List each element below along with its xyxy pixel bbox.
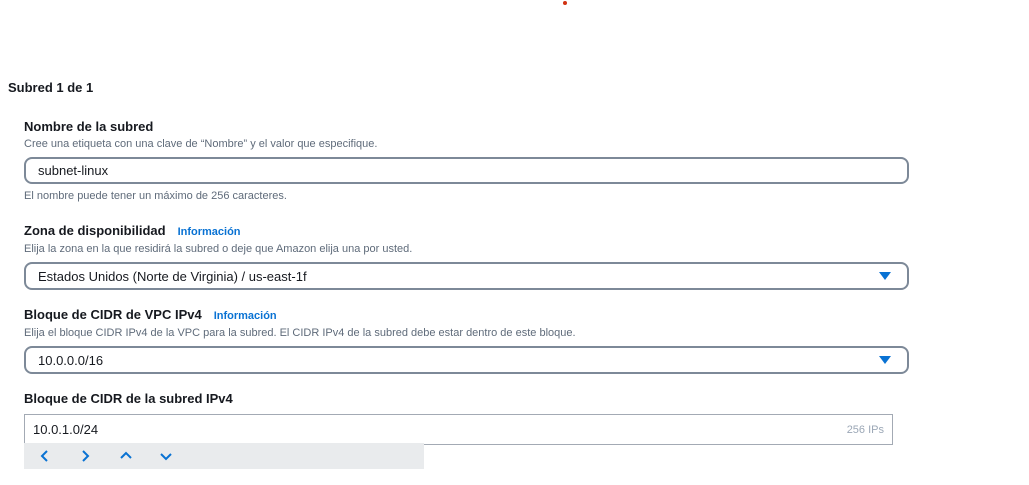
subnet-name-field: Nombre de la subred Cree una etiqueta co…	[24, 118, 909, 203]
availability-zone-label-text: Zona de disponibilidad	[24, 223, 166, 238]
vpc-cidr-field: Bloque de CIDR de VPC IPv4 Información E…	[24, 306, 909, 374]
subnet-name-label-text: Nombre de la subred	[24, 119, 154, 134]
availability-zone-label: Zona de disponibilidad Información	[24, 222, 909, 241]
subnet-cidr-input[interactable]: 10.0.1.0/24 256 IPs	[24, 414, 893, 445]
vpc-cidr-label: Bloque de CIDR de VPC IPv4 Información	[24, 306, 909, 325]
subnet-cidr-label-text: Bloque de CIDR de la subred IPv4	[24, 391, 233, 406]
cidr-stepper-bar	[24, 443, 424, 469]
chevron-right-icon	[82, 450, 90, 462]
availability-zone-info-link[interactable]: Información	[178, 223, 241, 241]
vpc-cidr-info-link[interactable]: Información	[214, 307, 277, 325]
subnet-name-hint: El nombre puede tener un máximo de 256 c…	[24, 190, 287, 202]
increment-up-button[interactable]	[118, 443, 158, 469]
vpc-cidr-label-text: Bloque de CIDR de VPC IPv4	[24, 307, 202, 322]
caret-down-icon	[879, 272, 891, 280]
subnet-name-description: Cree una etiqueta con una clave de “Nomb…	[24, 138, 378, 150]
section-heading: Subred 1 de 1	[8, 80, 94, 95]
subnet-cidr-ip-count: 256 IPs	[846, 423, 884, 436]
decrement-left-button[interactable]	[38, 443, 78, 469]
subnet-name-input[interactable]: subnet-linux	[24, 157, 909, 184]
availability-zone-description: Elija la zona en la que residirá la subr…	[24, 243, 413, 255]
availability-zone-selected-value: Estados Unidos (Norte de Virginia) / us-…	[38, 268, 307, 284]
vpc-cidr-select[interactable]: 10.0.0.0/16	[24, 346, 909, 374]
decrement-down-button[interactable]	[158, 443, 198, 469]
subnet-cidr-field: Bloque de CIDR de la subred IPv4 10.0.1.…	[24, 390, 909, 445]
increment-right-button[interactable]	[78, 443, 118, 469]
subnet-cidr-value: 10.0.1.0/24	[33, 422, 99, 437]
chevron-down-icon	[160, 453, 172, 461]
availability-zone-select[interactable]: Estados Unidos (Norte de Virginia) / us-…	[24, 262, 909, 290]
chevron-up-icon	[120, 451, 132, 459]
subnet-name-label: Nombre de la subred	[24, 118, 909, 136]
vpc-cidr-selected-value: 10.0.0.0/16	[38, 352, 104, 368]
caret-down-icon	[879, 356, 891, 364]
availability-zone-field: Zona de disponibilidad Información Elija…	[24, 222, 909, 290]
cursor-dot	[563, 1, 567, 5]
vpc-cidr-description: Elija el bloque CIDR IPv4 de la VPC para…	[24, 327, 576, 339]
chevron-left-icon	[40, 450, 48, 462]
subnet-cidr-label: Bloque de CIDR de la subred IPv4	[24, 390, 909, 408]
